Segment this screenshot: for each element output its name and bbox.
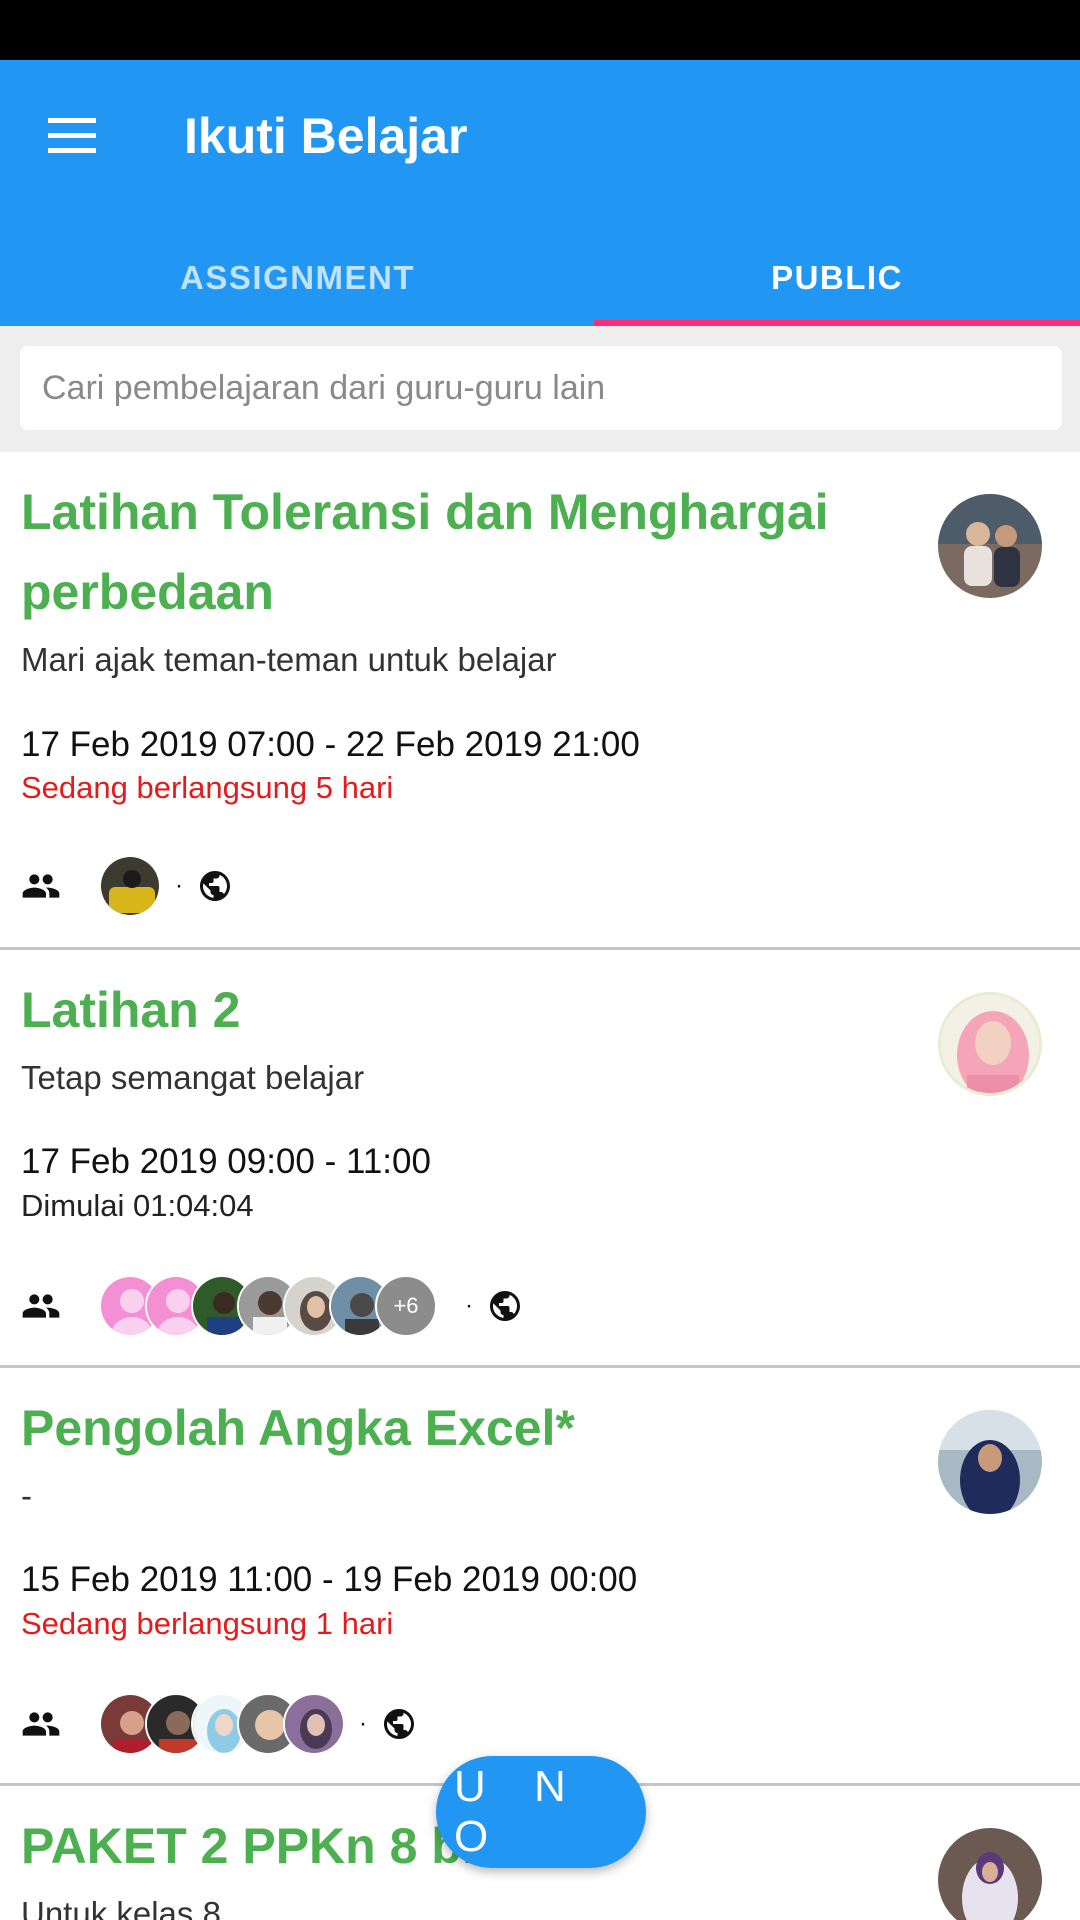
app-bar: Ikuti Belajar ASSIGNMENT PUBLIC [0,60,1080,326]
card-description: Mari ajak teman-teman untuk belajar [21,641,557,678]
group-icon [22,1294,60,1318]
tab-public[interactable]: PUBLIC [594,230,1080,326]
owner-avatar[interactable] [938,992,1042,1096]
card-title: Latihan Toleransi dan Menghargai [21,484,829,540]
card-dates: 17 Feb 2019 07:00 - 22 Feb 2019 21:00 [21,725,640,764]
uno-fab-button[interactable]: U N O [436,1756,646,1868]
card-status: Sedang berlangsung 1 hari [21,1606,394,1641]
card-description: Tetap semangat belajar [21,1059,365,1096]
card-description: - [21,1477,32,1514]
separator-dot: · [465,1292,473,1319]
menu-button[interactable] [36,100,108,172]
separator-dot: · [175,872,183,899]
member-avatar[interactable] [99,855,161,917]
globe-icon [490,1291,520,1321]
card-title: Pengolah Angka Excel* [21,1400,575,1456]
app-title: Ikuti Belajar [184,108,468,164]
members-row: +6 · [21,1274,523,1338]
card-pengolah-angka-excel[interactable]: Pengolah Angka Excel* - 15 Feb 2019 11:0… [0,1368,1080,1786]
owner-avatar[interactable] [938,1828,1042,1920]
more-members-badge[interactable]: +6 [375,1275,437,1337]
members-row: · [21,854,233,918]
group-icon [22,1712,60,1736]
card-status: Sedang berlangsung 5 hari [21,770,394,805]
card-dates: 17 Feb 2019 09:00 - 11:00 [21,1142,431,1181]
separator-dot: · [359,1710,367,1737]
globe-icon [384,1709,414,1739]
member-avatar[interactable] [283,1693,345,1755]
owner-avatar[interactable] [938,494,1042,598]
search-input[interactable] [20,346,1062,430]
members-row: · [21,1692,417,1756]
globe-icon [200,871,230,901]
owner-avatar[interactable] [938,1410,1042,1514]
card-title: perbedaan [21,564,274,620]
card-status: Dimulai 01:04:04 [21,1188,254,1223]
menu-icon [48,118,96,153]
card-latihan-toleransi[interactable]: Latihan Toleransi dan Menghargai perbeda… [0,452,1080,950]
card-title: Latihan 2 [21,982,241,1038]
search-bar [0,326,1080,452]
card-latihan-2[interactable]: Latihan 2 Tetap semangat belajar 17 Feb … [0,950,1080,1368]
status-bar [0,0,1080,60]
card-description: Untuk kelas 8 [21,1895,221,1920]
card-dates: 15 Feb 2019 11:00 - 19 Feb 2019 00:00 [21,1560,638,1599]
tab-assignment[interactable]: ASSIGNMENT [54,230,539,326]
group-icon [22,874,60,898]
